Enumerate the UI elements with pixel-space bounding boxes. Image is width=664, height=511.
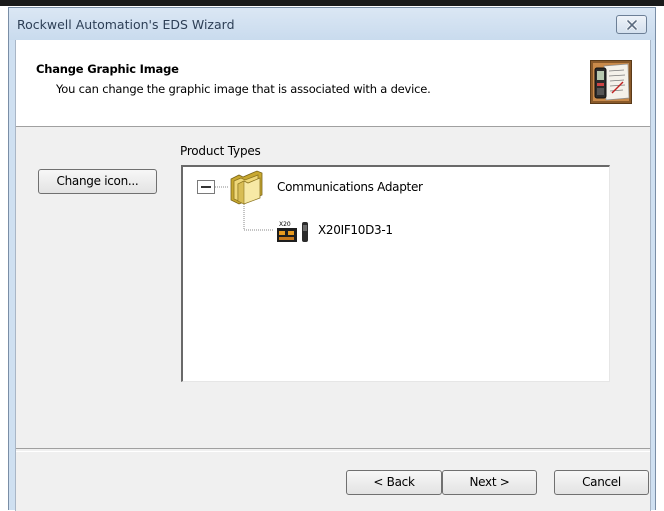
wizard-client-area: Change Graphic Image You can change the … bbox=[15, 40, 651, 511]
window-title: Rockwell Automation's EDS Wizard bbox=[17, 17, 235, 32]
tree-node-label[interactable]: Communications Adapter bbox=[277, 180, 423, 194]
page-title: Change Graphic Image bbox=[36, 62, 179, 76]
cancel-button[interactable]: Cancel bbox=[554, 470, 649, 495]
x20-module-icon: X20 bbox=[277, 221, 308, 242]
close-button[interactable] bbox=[616, 15, 647, 34]
collapse-minus-icon[interactable] bbox=[197, 180, 215, 194]
product-types-tree[interactable]: Communications Adapter X20 X20IF10D3-1 bbox=[181, 165, 610, 382]
wizard-window: Rockwell Automation's EDS Wizard Change … bbox=[8, 7, 656, 511]
folder-stack-icon bbox=[230, 170, 263, 205]
back-button[interactable]: < Back bbox=[346, 470, 442, 495]
screen-top-edge bbox=[0, 0, 664, 6]
page-subtitle: You can change the graphic image that is… bbox=[56, 82, 431, 96]
footer-separator bbox=[16, 448, 650, 452]
close-icon bbox=[626, 19, 637, 30]
change-icon-button[interactable]: Change icon... bbox=[38, 169, 157, 194]
product-types-label: Product Types bbox=[180, 144, 261, 158]
tree-node-label[interactable]: X20IF10D3-1 bbox=[318, 223, 393, 237]
title-bar[interactable]: Rockwell Automation's EDS Wizard bbox=[9, 8, 655, 40]
wizard-device-art-icon bbox=[590, 60, 632, 104]
x20-badge: X20 bbox=[279, 221, 291, 228]
next-button[interactable]: Next > bbox=[442, 470, 537, 495]
wizard-header: Change Graphic Image You can change the … bbox=[16, 40, 650, 127]
